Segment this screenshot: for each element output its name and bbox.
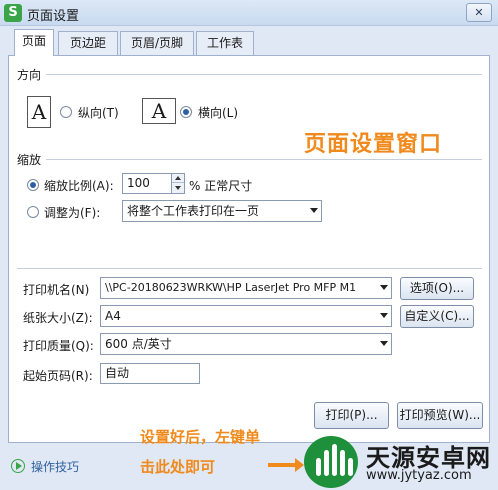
divider xyxy=(46,74,482,75)
watermark-logo-icon xyxy=(304,436,358,488)
landscape-radio[interactable] xyxy=(180,106,192,118)
start-page-label: 起始页码(R): xyxy=(23,369,93,383)
tab-margins[interactable]: 页边距 xyxy=(58,31,118,55)
chevron-down-icon xyxy=(380,341,388,346)
landscape-label[interactable]: 横向(L) xyxy=(198,104,238,121)
close-button[interactable]: ✕ xyxy=(466,3,492,22)
chevron-down-icon xyxy=(380,285,388,290)
stepper-down-icon[interactable] xyxy=(172,184,184,193)
paper-size-select[interactable]: A4 xyxy=(100,305,392,327)
annotation-title: 页面设置窗口 xyxy=(304,132,443,157)
tips-label[interactable]: 操作技巧 xyxy=(31,458,79,475)
start-page-input[interactable]: 自动 xyxy=(100,363,200,384)
portrait-radio[interactable] xyxy=(60,106,72,118)
fit-to-select[interactable]: 将整个工作表打印在一页 xyxy=(122,200,322,222)
tab-page[interactable]: 页面 xyxy=(14,29,54,56)
annotation-tip-line1: 设置好后，左键单 xyxy=(140,428,261,446)
fit-to-select-value: 将整个工作表打印在一页 xyxy=(127,204,260,218)
portrait-page-icon: A xyxy=(27,96,51,128)
printer-name-label: 打印机名(N) xyxy=(23,283,90,297)
play-circle-icon xyxy=(11,459,25,473)
custom-size-button[interactable]: 自定义(C)... xyxy=(400,305,474,328)
scaling-group-label: 缩放 xyxy=(17,153,42,167)
chevron-down-icon xyxy=(310,208,318,213)
print-preview-button[interactable]: 打印预览(W)... xyxy=(397,402,483,429)
print-quality-label: 打印质量(Q): xyxy=(23,339,94,353)
orientation-group-label: 方向 xyxy=(17,68,42,82)
tab-sheet[interactable]: 工作表 xyxy=(196,31,254,55)
title-bar: S 页面设置 ✕ xyxy=(0,0,498,26)
printer-select-value: \\PC-20180623WRKW\HP LaserJet Pro MFP M1 xyxy=(105,281,357,294)
print-quality-select[interactable]: 600 点/英寸 xyxy=(100,333,392,355)
print-quality-value: 600 点/英寸 xyxy=(105,337,172,351)
portrait-label[interactable]: 纵向(T) xyxy=(78,104,119,121)
watermark: 天源安卓网 www.jytyaz.com xyxy=(300,432,498,490)
scale-percent-input[interactable]: 100 xyxy=(122,173,172,194)
fit-to-label[interactable]: 调整为(F): xyxy=(44,204,100,221)
watermark-url: www.jytyaz.com xyxy=(366,468,472,483)
fit-to-radio[interactable] xyxy=(27,206,39,218)
scale-suffix-label: % 正常尺寸 xyxy=(189,179,253,193)
scale-label[interactable]: 缩放比例(A): xyxy=(44,177,114,194)
print-button[interactable]: 打印(P)... xyxy=(314,402,389,429)
chevron-down-icon xyxy=(380,313,388,318)
paper-size-value: A4 xyxy=(105,309,121,323)
annotation-tip-line2: 击此处即可 xyxy=(140,458,216,476)
arrow-right-icon xyxy=(268,458,304,472)
printer-select[interactable]: \\PC-20180623WRKW\HP LaserJet Pro MFP M1 xyxy=(100,277,392,299)
window-title: 页面设置 xyxy=(27,9,80,24)
scale-radio[interactable] xyxy=(27,179,39,191)
tab-header-footer[interactable]: 页眉/页脚 xyxy=(120,31,194,55)
printer-options-button[interactable]: 选项(O)... xyxy=(400,277,474,300)
stepper-up-icon[interactable] xyxy=(172,174,184,183)
landscape-page-icon: A xyxy=(142,98,176,124)
divider xyxy=(17,268,482,269)
paper-size-label: 纸张大小(Z): xyxy=(23,311,93,325)
scale-stepper[interactable] xyxy=(171,173,185,194)
divider xyxy=(46,159,482,160)
wps-app-icon: S xyxy=(4,4,22,22)
